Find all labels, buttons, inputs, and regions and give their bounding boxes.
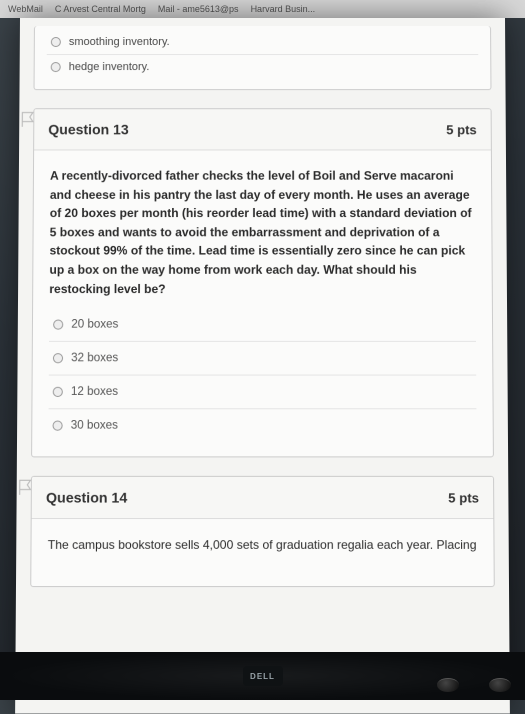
- radio-icon: [51, 37, 61, 47]
- question-text: A recently-divorced father checks the le…: [33, 150, 492, 308]
- option-label: 12 boxes: [71, 386, 118, 398]
- question-options: 20 boxes 32 boxes 12 boxes 30 boxes: [32, 308, 493, 456]
- dell-logo: DELL: [243, 666, 283, 686]
- question-14-card: Question 14 5 pts The campus bookstore s…: [30, 476, 495, 587]
- question-title: Question 13: [48, 121, 128, 137]
- tab-harvard[interactable]: Harvard Busin...: [247, 4, 320, 14]
- question-title: Question 14: [46, 489, 127, 505]
- option-label: 30 boxes: [71, 420, 118, 432]
- flag-icon[interactable]: [17, 476, 35, 499]
- hardware-button: [437, 678, 459, 692]
- option-30-boxes[interactable]: 30 boxes: [48, 408, 476, 442]
- radio-icon: [53, 353, 63, 363]
- tab-mail[interactable]: Mail - ame5613@ps: [154, 4, 243, 14]
- question-header: Question 13 5 pts: [34, 109, 491, 150]
- radio-icon: [53, 421, 63, 431]
- flag-icon[interactable]: [19, 108, 37, 130]
- option-label: hedge inventory.: [69, 61, 150, 73]
- option-12-boxes[interactable]: 12 boxes: [49, 375, 477, 409]
- question-points: 5 pts: [448, 490, 479, 505]
- option-label: smoothing inventory.: [69, 36, 170, 48]
- laptop-bezel: DELL: [0, 652, 525, 700]
- previous-question-card: smoothing inventory. hedge inventory.: [34, 26, 492, 90]
- radio-icon: [53, 320, 63, 330]
- laptop-buttons: [437, 678, 511, 692]
- option-32-boxes[interactable]: 32 boxes: [49, 341, 476, 375]
- question-text: The campus bookstore sells 4,000 sets of…: [31, 519, 494, 586]
- tab-webmail[interactable]: WebMail: [4, 4, 47, 14]
- hardware-button: [489, 678, 511, 692]
- question-points: 5 pts: [446, 122, 477, 137]
- option-label: 20 boxes: [71, 319, 118, 331]
- browser-tab-bar: WebMail C Arvest Central Mortg Mail - am…: [0, 0, 525, 18]
- option-20-boxes[interactable]: 20 boxes: [49, 308, 476, 341]
- question-13-card: Question 13 5 pts A recently-divorced fa…: [31, 108, 494, 457]
- radio-icon: [51, 62, 61, 72]
- prev-option-smoothing[interactable]: smoothing inventory.: [47, 30, 478, 54]
- radio-icon: [53, 387, 63, 397]
- question-header: Question 14 5 pts: [32, 477, 494, 519]
- quiz-page: smoothing inventory. hedge inventory. Qu…: [15, 18, 510, 714]
- tab-arvest[interactable]: C Arvest Central Mortg: [51, 4, 150, 14]
- prev-option-hedge[interactable]: hedge inventory.: [47, 54, 479, 79]
- option-label: 32 boxes: [71, 352, 118, 364]
